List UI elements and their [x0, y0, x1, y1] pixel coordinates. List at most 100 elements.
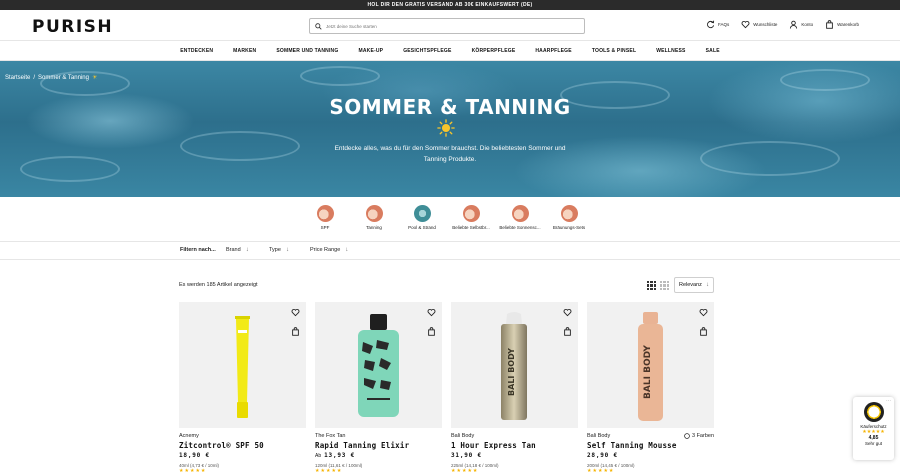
product-tube-image — [235, 316, 250, 418]
refresh-icon — [707, 20, 715, 29]
sort-dropdown[interactable]: Relevanz ↓ — [674, 277, 714, 293]
category-braeunungs-sets[interactable]: Bräunungs-Sets — [544, 205, 594, 230]
product-image[interactable]: BALI BODY — [451, 302, 578, 428]
category-thumbnail — [560, 205, 578, 222]
trusted-shops-seal-icon — [863, 402, 884, 422]
nav-item-haarpflege[interactable]: HAARPFLEGE — [535, 48, 571, 54]
wishlist-heart-icon[interactable] — [563, 308, 572, 317]
category-sonnenschutz[interactable]: Beliebte Sonnensc... — [495, 205, 545, 230]
product-name[interactable]: Self Tanning Mousse — [587, 441, 714, 450]
filter-brand[interactable]: Brand ↓ — [226, 247, 249, 253]
nav-item-gesichtspflege[interactable]: GESICHTSPFLEGE — [403, 48, 451, 54]
nav-item-wellness[interactable]: WELLNESS — [656, 48, 685, 54]
product-bottle-image — [358, 314, 399, 417]
wishlist-heart-icon[interactable] — [699, 308, 708, 317]
category-thumbnail — [413, 205, 431, 222]
product-image[interactable] — [315, 302, 442, 428]
category-label: Pool & Strand — [408, 225, 436, 230]
search-bar[interactable] — [309, 18, 585, 34]
product-image[interactable] — [179, 302, 306, 428]
wishlist-label: Wunschliste — [753, 22, 778, 27]
more-icon[interactable]: ··· — [886, 398, 891, 404]
filter-label: Filtern nach... — [180, 247, 216, 253]
wishlist-heart-icon[interactable] — [427, 308, 436, 317]
product-brand[interactable]: The Fox Tan — [315, 433, 345, 439]
rating-stars: ★★★★★ — [315, 468, 343, 474]
account-label: Konto — [801, 22, 814, 27]
category-row: SPF Tanning Pool & Strand Beliebte Selbs… — [0, 205, 900, 235]
breadcrumb-current: Sommer & Tanning — [38, 74, 89, 81]
heart-icon — [741, 21, 750, 29]
category-label: Tanning — [366, 225, 382, 230]
color-variants[interactable]: 3 Farben — [684, 433, 714, 439]
rating-stars: ★★★★★ — [451, 468, 479, 474]
filter-bar: Filtern nach... Brand ↓ Type ↓ Price Ran… — [0, 241, 900, 260]
nav-item-entdecken[interactable]: ENTDECKEN — [180, 48, 213, 54]
account-link[interactable]: Konto — [789, 20, 813, 29]
faq-link[interactable]: FAQs — [706, 20, 729, 29]
filter-type[interactable]: Type ↓ — [269, 247, 289, 253]
category-label: Bräunungs-Sets — [552, 225, 586, 230]
product-card[interactable]: BALI BODY Bali Body 3 Farben Self Tannin… — [587, 302, 714, 474]
color-variants-label: 3 Farben — [691, 433, 714, 439]
category-thumbnail — [462, 205, 480, 222]
category-spf[interactable]: SPF — [300, 205, 350, 230]
badge-rating-text: Sehr gut — [864, 441, 882, 446]
category-label: Beliebte Selbstbr... — [452, 225, 490, 230]
nav-item-sommer-tanning[interactable]: SOMMER UND TANNING — [276, 48, 338, 54]
filter-brand-label: Brand — [226, 247, 241, 253]
grid-view-icon[interactable] — [647, 281, 656, 290]
product-name[interactable]: Zitcontrol® SPF 50 — [179, 441, 306, 450]
site-header: PURISH FAQs Wunschliste Konto Warenkorb — [0, 10, 900, 41]
nav-item-sale[interactable]: SALE — [706, 48, 720, 54]
product-card[interactable]: BALI BODY Bali Body 1 Hour Express Tan 3… — [451, 302, 578, 474]
cart-link[interactable]: Warenkorb — [825, 20, 859, 29]
add-to-cart-icon[interactable] — [563, 327, 572, 336]
search-input[interactable] — [326, 23, 566, 29]
nav-item-koerperpflege[interactable]: KÖRPERPFLEGE — [472, 48, 516, 54]
trusted-shops-badge[interactable]: ··· Käuferschutz ★★★★★ 4,85 Sehr gut — [853, 397, 894, 460]
svg-text:BALI BODY: BALI BODY — [643, 345, 653, 399]
product-image[interactable]: BALI BODY — [587, 302, 714, 428]
product-card[interactable]: Acnemy Zitcontrol® SPF 50 18,90 € 40ml (… — [179, 302, 306, 474]
category-pool-strand[interactable]: Pool & Strand — [397, 205, 447, 230]
nav-item-tools-pinsel[interactable]: TOOLS & PINSEL — [592, 48, 636, 54]
product-price: 18,90 € — [179, 452, 210, 459]
category-label: Beliebte Sonnensc... — [499, 225, 541, 230]
category-selbstbraeuner[interactable]: Beliebte Selbstbr... — [446, 205, 496, 230]
product-brand[interactable]: Bali Body — [451, 433, 474, 439]
product-price: 31,90 € — [451, 452, 482, 459]
result-count: Es werden 185 Artikel angezeigt — [179, 282, 258, 288]
product-name[interactable]: 1 Hour Express Tan — [451, 441, 578, 450]
breadcrumb-separator: / — [33, 74, 36, 81]
price-value: 13,93 € — [324, 452, 356, 459]
product-card[interactable]: The Fox Tan Rapid Tanning Elixir Ab 13,93… — [315, 302, 442, 474]
product-brand[interactable]: Bali Body — [587, 433, 610, 439]
sun-emoji: ☀ — [91, 75, 98, 81]
nav-item-marken[interactable]: MARKEN — [233, 48, 256, 54]
cart-label: Warenkorb — [837, 22, 859, 27]
wishlist-heart-icon[interactable] — [291, 308, 300, 317]
product-can-image: BALI BODY — [501, 312, 527, 420]
site-logo[interactable]: PURISH — [32, 17, 113, 37]
palette-icon — [684, 433, 690, 439]
add-to-cart-icon[interactable] — [427, 327, 436, 336]
add-to-cart-icon[interactable] — [699, 327, 708, 336]
breadcrumb-home[interactable]: Startseite — [5, 75, 30, 81]
product-name[interactable]: Rapid Tanning Elixir — [315, 441, 442, 450]
grid-large-view-icon[interactable] — [660, 281, 669, 290]
breadcrumb: Startseite / Sommer & Tanning ☀ — [5, 74, 98, 82]
bag-icon — [826, 20, 833, 29]
faq-label: FAQs — [717, 22, 730, 27]
category-tanning[interactable]: Tanning — [349, 205, 399, 230]
search-icon — [315, 22, 322, 30]
product-brand[interactable]: Acnemy — [179, 433, 199, 439]
nav-item-make-up[interactable]: MAKE-UP — [358, 48, 383, 54]
filter-price-range[interactable]: Price Range ↓ — [310, 247, 348, 253]
wishlist-link[interactable]: Wunschliste — [741, 20, 777, 29]
category-thumbnail — [511, 205, 529, 222]
rating-stars: ★★★★★ — [587, 468, 615, 474]
add-to-cart-icon[interactable] — [291, 327, 300, 336]
category-label: SPF — [320, 225, 330, 230]
arrow-down-icon: ↓ — [706, 282, 709, 288]
